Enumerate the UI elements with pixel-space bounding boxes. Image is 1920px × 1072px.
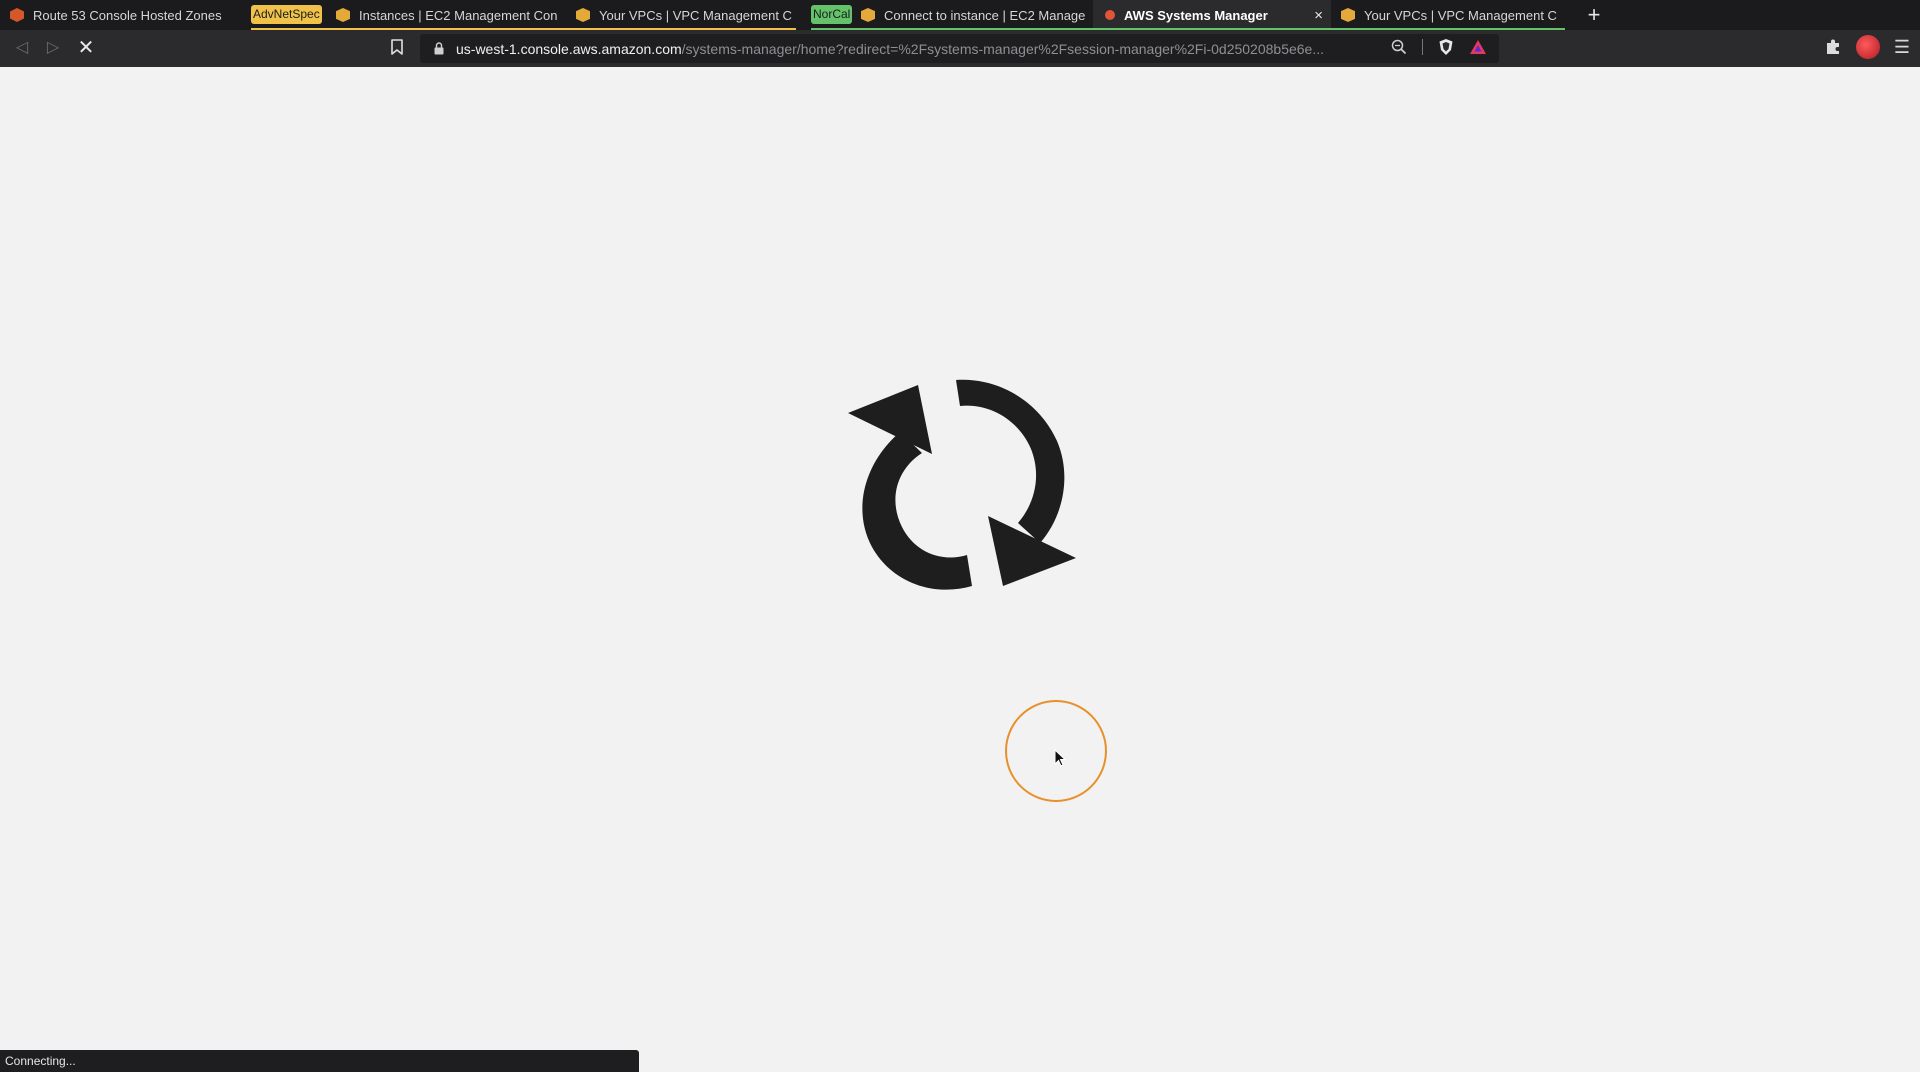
forward-button[interactable]: ▷ xyxy=(41,36,65,60)
ssm-icon xyxy=(1105,10,1115,20)
tab-title: Instances | EC2 Management Cons xyxy=(359,7,558,23)
browser-toolbar: ◁ ▷ ✕ us-west-1.console.aws.amazon.com/s… xyxy=(0,30,1920,67)
tab-ec2-instances[interactable]: Instances | EC2 Management Cons xyxy=(326,0,566,30)
tab-route53-hosted-zones[interactable]: Route 53 Console Hosted Zones xyxy=(0,0,240,30)
tab-aws-systems-manager[interactable]: AWS Systems Manager × xyxy=(1093,0,1331,30)
brave-shields-icon[interactable] xyxy=(1437,38,1455,56)
mouse-cursor-icon xyxy=(1054,749,1066,767)
tab-title: AWS Systems Manager xyxy=(1124,7,1268,23)
status-bar: Connecting... xyxy=(0,1050,639,1072)
aws-box-icon xyxy=(1341,8,1355,22)
url-path: /systems-manager/home?redirect=%2Fsystem… xyxy=(681,40,1325,57)
aws-box-icon xyxy=(336,8,350,22)
bookmark-icon[interactable] xyxy=(391,39,403,55)
zoom-icon[interactable] xyxy=(1390,38,1408,56)
aws-box-icon xyxy=(861,8,875,22)
profile-avatar[interactable] xyxy=(1855,35,1880,59)
tab-group-norcal[interactable]: NorCal xyxy=(811,5,853,24)
tab-title: Connect to instance | EC2 Manager xyxy=(884,7,1085,23)
aws-box-icon xyxy=(576,8,590,22)
tab-strip: Route 53 Console Hosted Zones AdvNetSpec… xyxy=(0,0,1920,30)
tab-your-vpcs-2[interactable]: Your VPCs | VPC Management Con xyxy=(1331,0,1565,30)
address-bar-tools xyxy=(1390,38,1487,56)
tab-title: Your VPCs | VPC Management Con xyxy=(599,7,792,23)
toolbar-separator xyxy=(1422,39,1423,55)
tab-connect-to-instance[interactable]: Connect to instance | EC2 Manager xyxy=(851,0,1093,30)
toolbar-right-icons: ☰ xyxy=(1824,35,1910,59)
lock-icon xyxy=(434,42,444,55)
route53-icon xyxy=(10,8,24,22)
refresh-arrows-icon xyxy=(848,379,1076,590)
address-bar[interactable]: us-west-1.console.aws.amazon.com/systems… xyxy=(420,34,1499,63)
tab-title: Your VPCs | VPC Management Con xyxy=(1364,7,1557,23)
page-content xyxy=(0,67,1920,1072)
tab-title: Route 53 Console Hosted Zones xyxy=(33,7,222,23)
extensions-puzzle-icon[interactable] xyxy=(1824,38,1842,56)
close-tab-icon[interactable]: × xyxy=(1314,7,1323,24)
tab-group-advnetspec[interactable]: AdvNetSpec xyxy=(251,5,322,24)
stop-loading-button[interactable]: ✕ xyxy=(74,36,98,60)
new-tab-button[interactable]: + xyxy=(1582,3,1606,27)
url-host: us-west-1.console.aws.amazon.com xyxy=(456,40,682,57)
tab-your-vpcs[interactable]: Your VPCs | VPC Management Con xyxy=(566,0,800,30)
back-button[interactable]: ◁ xyxy=(10,36,34,60)
brave-rewards-icon[interactable] xyxy=(1469,38,1487,56)
menu-icon[interactable]: ☰ xyxy=(1894,37,1910,58)
